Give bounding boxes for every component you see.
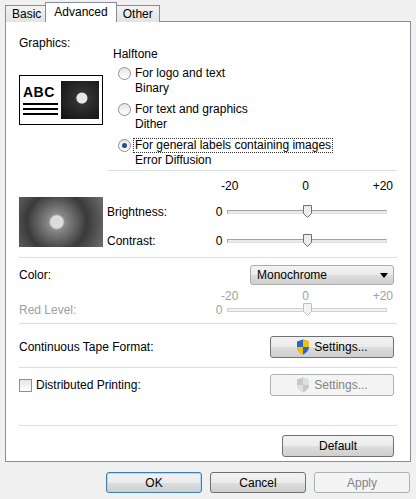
color-dropdown[interactable]: Monochrome xyxy=(250,265,394,285)
printer-properties-dialog: BasicAdvancedOther Graphics: ABC Halfton… xyxy=(0,0,416,499)
option-label: For logo and text xyxy=(133,66,227,81)
adjustment-row: Contrast: 0 xyxy=(107,232,397,250)
option-method: Error Diffusion xyxy=(133,153,333,168)
dropdown-value: Monochrome xyxy=(257,268,327,282)
red-level-label: Red Level: xyxy=(19,303,211,317)
shield-icon xyxy=(296,339,310,355)
dialog-button[interactable]: Cancel xyxy=(210,472,306,493)
scale-label: 0 xyxy=(302,289,309,303)
option-method: Binary xyxy=(133,81,227,96)
scale-label: +20 xyxy=(373,179,393,193)
preview-text: ABC xyxy=(23,85,58,100)
graphics-section: Graphics: ABC Halftone For logo and text… xyxy=(19,34,397,170)
radio-button[interactable] xyxy=(118,103,131,116)
separator xyxy=(19,425,397,426)
scale-label: -20 xyxy=(221,289,238,303)
shield-icon xyxy=(296,377,310,393)
slider-scale: -20 0 +20 xyxy=(221,289,393,303)
slider-thumb-icon[interactable] xyxy=(303,234,312,247)
adjustment-preview-photo xyxy=(19,197,103,247)
slider-label: Brightness: xyxy=(107,205,211,219)
slider[interactable] xyxy=(227,205,387,219)
scale-label: 0 xyxy=(302,179,309,193)
option-label: For general labels containing images xyxy=(133,138,333,153)
continuous-tape-label: Continuous Tape Format: xyxy=(19,340,154,354)
slider-scale: -20 0 +20 xyxy=(221,179,393,193)
settings-button: Settings... xyxy=(270,374,394,396)
scale-label: +20 xyxy=(373,289,393,303)
dialog-button[interactable]: OK xyxy=(106,472,202,493)
default-button[interactable]: Default xyxy=(282,435,394,457)
dialog-button: Apply xyxy=(314,472,410,493)
option-method: Dither xyxy=(133,117,250,132)
separator xyxy=(19,367,397,368)
halftone-option[interactable]: For logo and text Binary xyxy=(113,66,397,102)
separator xyxy=(19,323,397,324)
slider-thumb-icon[interactable] xyxy=(303,205,312,218)
adjustments-section: -20 0 +20 Brightness: 0 Contrast: 0 xyxy=(19,171,397,257)
halftone-option[interactable]: For text and graphics Dither xyxy=(113,102,397,138)
separator xyxy=(107,170,397,171)
color-label: Color: xyxy=(19,268,51,282)
slider xyxy=(227,303,387,317)
halftone-preview: ABC xyxy=(19,75,103,125)
slider-value: 0 xyxy=(211,205,227,219)
tab-strip: BasicAdvancedOther xyxy=(0,3,416,22)
adjustment-row: Brightness: 0 xyxy=(107,203,397,221)
dropdown-arrow-icon[interactable] xyxy=(380,273,388,278)
continuous-tape-row: Continuous Tape Format: Settings... xyxy=(19,336,397,358)
advanced-panel: Graphics: ABC Halftone For logo and text… xyxy=(5,21,411,462)
tab[interactable]: Basic xyxy=(5,5,48,22)
settings-button[interactable]: Settings... xyxy=(270,336,394,358)
red-level-section: -200+20 Red Level: 0 xyxy=(19,289,397,317)
tab[interactable]: Advanced xyxy=(45,2,116,22)
option-label: For text and graphics xyxy=(133,102,250,117)
distributed-printing-row: Distributed Printing: Settings... xyxy=(19,374,397,396)
scale-label: -20 xyxy=(221,179,238,193)
slider-value: 0 xyxy=(211,234,227,248)
slider-label: Contrast: xyxy=(107,234,211,248)
distributed-printing-label[interactable]: Distributed Printing: xyxy=(36,378,141,392)
color-row: Color: Monochrome xyxy=(19,265,397,285)
graphics-label: Graphics: xyxy=(19,36,106,50)
slider-thumb-icon xyxy=(303,303,312,316)
slider-value: 0 xyxy=(211,303,227,317)
preview-photo xyxy=(61,81,99,119)
slider[interactable] xyxy=(227,234,387,248)
radio-button[interactable] xyxy=(118,139,131,152)
halftone-label: Halftone xyxy=(113,47,397,61)
dialog-buttons: OK Cancel Apply xyxy=(0,472,416,493)
radio-button[interactable] xyxy=(118,67,131,80)
checkbox[interactable] xyxy=(19,379,32,392)
separator xyxy=(19,257,397,258)
halftone-option[interactable]: For general labels containing images Err… xyxy=(113,138,397,174)
tab[interactable]: Other xyxy=(116,5,160,22)
